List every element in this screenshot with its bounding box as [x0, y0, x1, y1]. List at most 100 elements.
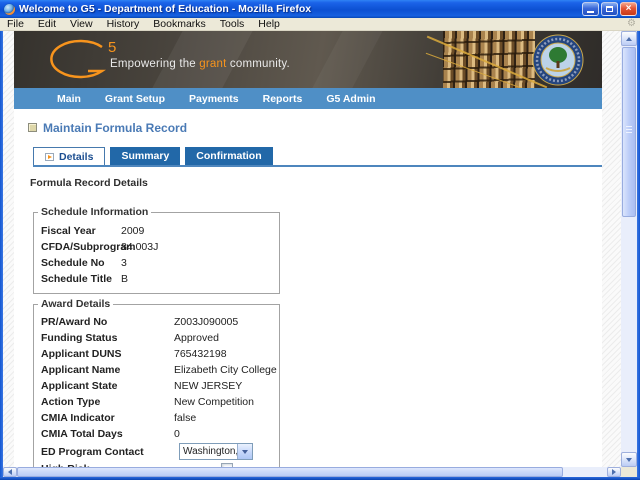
award-value-applicant-name: Elizabeth City College [174, 364, 277, 376]
award-row-cmia-total-days: CMIA Total Days0 [34, 426, 279, 442]
award-value-action-type: New Competition [174, 396, 254, 408]
minimize-button[interactable] [582, 2, 599, 16]
firefox-icon [4, 4, 15, 15]
award-value-applicant-state: NEW JERSEY [174, 380, 242, 392]
menu-bar-items: FileEditViewHistoryBookmarksToolsHelp [0, 18, 287, 31]
menu-item-history[interactable]: History [100, 18, 147, 31]
bullet-square-icon [28, 123, 37, 132]
award-row-applicant-state: Applicant StateNEW JERSEY [34, 378, 279, 394]
schedule-value-schedule-no: 3 [121, 257, 127, 269]
tagline-post: community. [227, 58, 290, 70]
heading-row: Maintain Formula Record [28, 121, 602, 134]
schedule-value-schedule-title: B [121, 273, 128, 285]
page-right-margin [602, 31, 621, 467]
nav-payments[interactable]: Payments [189, 93, 239, 105]
award-label-cmia-indicator: CMIA Indicator [41, 412, 174, 424]
window-title: Welcome to G5 - Department of Education … [19, 3, 580, 15]
ed-program-contact-select[interactable]: Washington, Ed [179, 443, 253, 460]
menu-item-tools[interactable]: Tools [213, 18, 252, 31]
browser-viewport: 5 Empowering the grant community. Main Gr… [3, 31, 637, 477]
restore-button[interactable] [601, 2, 618, 16]
award-label-action-type: Action Type [41, 396, 174, 408]
bookshelf-shelves [443, 31, 535, 88]
arrow-left-icon [8, 469, 12, 475]
tagline-pre: Empowering the [110, 58, 199, 70]
page-content: 5 Empowering the grant community. Main Gr… [14, 31, 602, 467]
award-label-funding-status: Funding Status [41, 332, 174, 344]
ed-program-contact-value: Washington, Ed [180, 446, 237, 457]
menu-item-file[interactable]: File [0, 18, 31, 31]
activity-indicator-icon: ⚙ [627, 19, 636, 29]
award-label-applicant-state: Applicant State [41, 380, 174, 392]
dropdown-button[interactable] [237, 444, 252, 459]
schedule-information-fieldset: Schedule Information Fiscal Year2009CFDA… [33, 212, 280, 294]
award-value-cmia-indicator: false [174, 412, 196, 424]
scroll-up-button[interactable] [621, 31, 637, 46]
main-navigation: Main Grant Setup Payments Reports G5 Admin [14, 88, 602, 109]
tab-summary[interactable]: Summary [110, 147, 180, 165]
scroll-left-button[interactable] [3, 467, 17, 477]
nav-grant-setup[interactable]: Grant Setup [105, 93, 165, 105]
tab-confirmation[interactable]: Confirmation [185, 147, 272, 165]
award-label-pr-award-no: PR/Award No [41, 316, 174, 328]
scrollbar-corner [621, 467, 637, 477]
award-value-cmia-total-days: 0 [174, 428, 180, 440]
schedule-row-fiscal-year: Fiscal Year2009 [34, 223, 279, 239]
award-label-cmia-total-days: CMIA Total Days [41, 428, 174, 440]
scroll-right-button[interactable] [607, 467, 621, 477]
menu-item-view[interactable]: View [63, 18, 100, 31]
award-row-cmia-indicator: CMIA Indicatorfalse [34, 410, 279, 426]
award-details-rows: PR/Award NoZ003J090005 Funding StatusAppr… [34, 314, 279, 467]
award-label-applicant-name: Applicant Name [41, 364, 174, 376]
tab-details[interactable]: Details [33, 147, 105, 165]
award-row-applicant-name: Applicant NameElizabeth City College [34, 362, 279, 378]
horizontal-scrollbar-thumb[interactable] [17, 467, 563, 477]
restore-icon [606, 6, 613, 12]
schedule-value-cfda-subprogram: 84.003J [121, 241, 158, 253]
tab-label-summary: Summary [121, 150, 169, 162]
award-row-funding-status: Funding StatusApproved [34, 330, 279, 346]
close-button[interactable]: × [620, 2, 637, 16]
award-value-applicant-duns: 765432198 [174, 348, 227, 360]
menu-item-edit[interactable]: Edit [31, 18, 63, 31]
scroll-down-button[interactable] [621, 452, 637, 467]
schedule-label-cfda-subprogram: CFDA/Subprogram [41, 241, 121, 253]
firefox-window: Welcome to G5 - Department of Education … [0, 0, 640, 480]
department-of-education-seal [532, 34, 584, 86]
bookshelf-photo [443, 31, 535, 88]
award-value-pr-award-no: Z003J090005 [174, 316, 238, 328]
schedule-label-fiscal-year: Fiscal Year [41, 225, 121, 237]
section-title: Formula Record Details [30, 177, 602, 189]
arrow-right-icon [612, 469, 616, 475]
award-details-legend: Award Details [38, 298, 113, 310]
nav-main[interactable]: Main [57, 93, 81, 105]
title-bar[interactable]: Welcome to G5 - Department of Education … [0, 0, 640, 18]
menu-item-help[interactable]: Help [251, 18, 287, 31]
menu-item-bookmarks[interactable]: Bookmarks [146, 18, 213, 31]
horizontal-scrollbar[interactable] [3, 467, 621, 477]
minimize-icon [587, 11, 594, 13]
chevron-down-icon [242, 450, 248, 454]
schedule-information-legend: Schedule Information [38, 206, 151, 218]
vertical-scrollbar[interactable] [621, 31, 637, 467]
schedule-row-cfda-subprogram: CFDA/Subprogram84.003J [34, 239, 279, 255]
schedule-row-schedule-no: Schedule No3 [34, 255, 279, 271]
nav-reports[interactable]: Reports [263, 93, 303, 105]
schedule-information-rows: Fiscal Year2009CFDA/Subprogram84.003JSch… [34, 223, 279, 287]
award-details-fieldset: Award Details PR/Award NoZ003J090005Fund… [33, 304, 280, 467]
schedule-label-schedule-no: Schedule No [41, 257, 121, 269]
banner-light-streak [300, 31, 388, 88]
g5-banner: 5 Empowering the grant community. [14, 31, 602, 88]
tab-arrow-icon [45, 153, 54, 161]
tabs-row: Details Summary Confirmation [33, 147, 602, 167]
menu-bar: FileEditViewHistoryBookmarksToolsHelp ⚙ [0, 18, 640, 31]
tagline-grant: grant [199, 58, 226, 70]
tab-label-details: Details [59, 148, 93, 166]
vertical-scrollbar-thumb[interactable] [622, 47, 636, 217]
page-left-margin [3, 31, 14, 467]
award-label-applicant-duns: Applicant DUNS [41, 348, 174, 360]
schedule-row-schedule-title: Schedule TitleB [34, 271, 279, 287]
nav-g5-admin[interactable]: G5 Admin [326, 93, 375, 105]
arrow-up-icon [626, 37, 632, 41]
award-label-ed-program-contact: ED Program Contact [41, 446, 174, 458]
